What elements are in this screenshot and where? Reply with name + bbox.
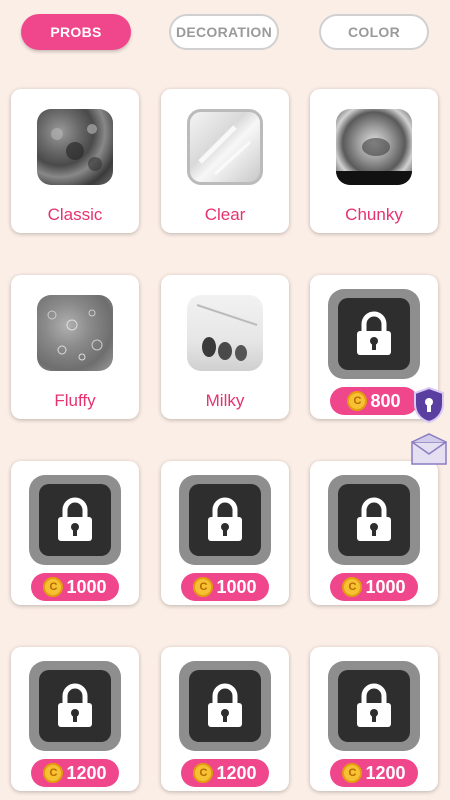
item-label: Fluffy bbox=[54, 391, 96, 410]
price-badge[interactable]: C 1200 bbox=[181, 759, 269, 787]
item-card-fluffy[interactable]: Fluffy bbox=[11, 275, 139, 419]
item-card-locked[interactable]: C 1200 bbox=[161, 647, 289, 791]
price-badge[interactable]: C 1000 bbox=[181, 573, 269, 601]
shield-lock-icon[interactable] bbox=[412, 386, 446, 429]
lock-frame bbox=[29, 661, 121, 751]
lock-frame bbox=[328, 475, 420, 565]
coin-icon: C bbox=[193, 763, 214, 783]
slime-thumbnail-clear bbox=[187, 109, 263, 185]
slime-thumbnail-milky bbox=[187, 295, 263, 371]
item-card-locked[interactable]: C 1000 bbox=[11, 461, 139, 605]
lock-icon bbox=[189, 670, 261, 742]
item-card-locked[interactable]: C 1000 bbox=[161, 461, 289, 605]
price-badge[interactable]: C 1200 bbox=[31, 759, 119, 787]
tab-probs[interactable]: PROBS bbox=[21, 14, 131, 50]
lock-icon bbox=[39, 670, 111, 742]
coin-icon: C bbox=[43, 577, 64, 597]
tab-decoration[interactable]: DECORATION bbox=[169, 14, 279, 50]
slime-thumbnail-chunky bbox=[336, 109, 412, 185]
coin-icon: C bbox=[342, 577, 363, 597]
item-label: Chunky bbox=[345, 205, 403, 224]
item-card-chunky[interactable]: Chunky bbox=[310, 89, 438, 233]
price-badge[interactable]: C 1000 bbox=[31, 573, 119, 601]
item-label: Milky bbox=[205, 391, 245, 410]
lock-frame bbox=[179, 475, 271, 565]
lock-icon bbox=[39, 484, 111, 556]
coin-icon: C bbox=[43, 763, 64, 783]
item-label: Clear bbox=[204, 205, 246, 224]
coin-icon: C bbox=[193, 577, 214, 597]
lock-frame bbox=[328, 289, 420, 379]
lock-frame bbox=[179, 661, 271, 751]
slime-thumbnail-fluffy bbox=[37, 295, 113, 371]
lock-icon bbox=[338, 298, 410, 370]
item-card-locked[interactable]: C 1000 bbox=[310, 461, 438, 605]
lock-frame bbox=[29, 475, 121, 565]
item-card-locked[interactable]: C 1200 bbox=[11, 647, 139, 791]
item-card-clear[interactable]: Clear bbox=[161, 89, 289, 233]
price-badge[interactable]: C 800 bbox=[330, 387, 418, 415]
envelope-icon[interactable] bbox=[410, 432, 448, 471]
lock-icon bbox=[338, 484, 410, 556]
coin-icon: C bbox=[347, 391, 368, 411]
lock-icon bbox=[338, 670, 410, 742]
tab-bar: PROBS DECORATION COLOR bbox=[0, 14, 450, 52]
item-label: Classic bbox=[47, 205, 103, 224]
lock-frame bbox=[328, 661, 420, 751]
slime-thumbnail-classic bbox=[37, 109, 113, 185]
price-badge[interactable]: C 1200 bbox=[330, 759, 418, 787]
lock-icon bbox=[189, 484, 261, 556]
tab-color[interactable]: COLOR bbox=[319, 14, 429, 50]
coin-icon: C bbox=[342, 763, 363, 783]
item-card-locked[interactable]: C 1200 bbox=[310, 647, 438, 791]
price-badge[interactable]: C 1000 bbox=[330, 573, 418, 601]
item-card-milky[interactable]: Milky bbox=[161, 275, 289, 419]
item-card-classic[interactable]: Classic bbox=[11, 89, 139, 233]
